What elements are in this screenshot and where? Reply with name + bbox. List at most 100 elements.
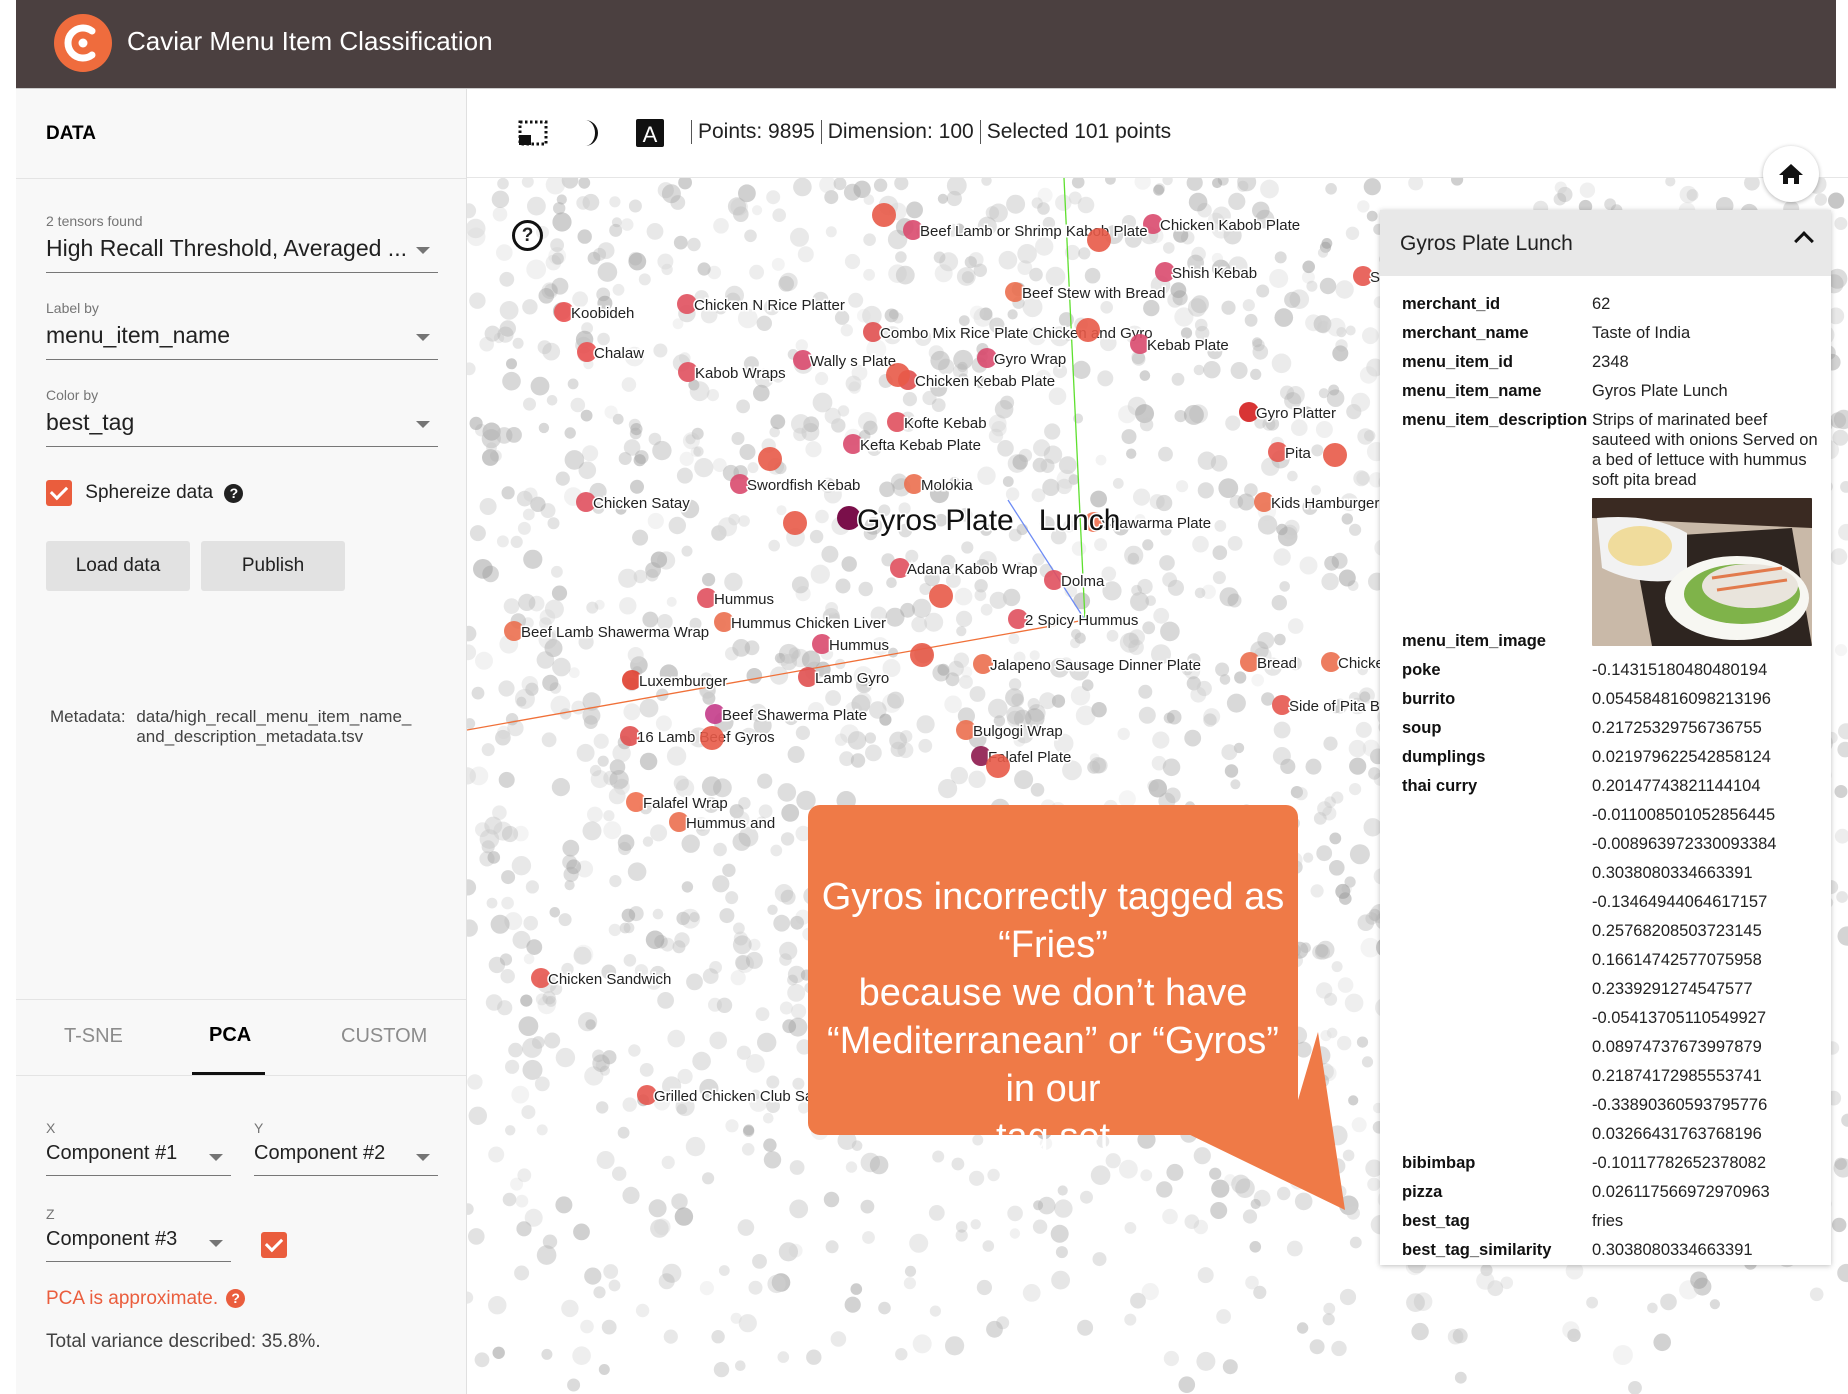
point-label: Beef Lamb or Shrimp Kabob Plate [920, 223, 1148, 240]
background-point [516, 1221, 531, 1236]
chevron-up-icon[interactable] [1794, 231, 1814, 251]
background-point [747, 668, 763, 684]
point-label: Luxemburger [639, 673, 727, 690]
background-point [581, 322, 593, 334]
background-point [552, 212, 571, 231]
tag-name: best_tag_similarity [1402, 1236, 1592, 1265]
background-point [767, 1275, 785, 1293]
background-point [1690, 1272, 1707, 1289]
metadata-card-header[interactable]: Gyros Plate Lunch [1380, 210, 1831, 276]
background-point [904, 1277, 916, 1289]
tagged-point[interactable] [1087, 228, 1111, 252]
background-point [467, 1203, 474, 1215]
background-point [1212, 253, 1223, 264]
pca-x-select[interactable]: Component #1 [46, 1142, 231, 1176]
background-point [791, 414, 811, 434]
background-point [1340, 1289, 1356, 1305]
help-icon[interactable]: ? [512, 220, 543, 251]
tagged-point[interactable] [929, 584, 953, 608]
background-point [574, 947, 592, 965]
background-point [1316, 982, 1332, 998]
background-point [1210, 1202, 1227, 1219]
tab-tsne[interactable]: T-SNE [64, 1025, 123, 1048]
help-icon[interactable]: ? [226, 1289, 245, 1308]
background-point [646, 569, 659, 582]
background-point [622, 377, 637, 392]
tagged-point[interactable] [910, 643, 934, 667]
background-point [488, 1296, 506, 1314]
background-point [576, 196, 590, 210]
background-point [1349, 524, 1361, 536]
background-point [618, 842, 631, 855]
background-point [1221, 744, 1237, 760]
tag-row: -0.33890360593795776 [1402, 1091, 1822, 1120]
load-data-button[interactable]: Load data [46, 541, 190, 591]
selection-box-icon[interactable] [517, 117, 549, 149]
background-point [1348, 1095, 1358, 1105]
background-point [1320, 1030, 1331, 1041]
label-by-select[interactable]: menu_item_name [46, 322, 438, 360]
metadata-path-line2: and_description_metadata.tsv [136, 727, 363, 746]
pca-z-checkbox[interactable] [261, 1232, 287, 1258]
background-point [603, 821, 621, 839]
tagged-point[interactable] [1323, 443, 1347, 467]
background-point [1051, 1271, 1070, 1290]
background-point [685, 434, 695, 444]
night-mode-icon[interactable] [575, 117, 607, 149]
svg-text:A: A [643, 122, 658, 147]
tagged-point[interactable] [783, 511, 807, 535]
background-point [987, 1169, 999, 1181]
tagged-point[interactable] [700, 726, 724, 750]
pca-z-select[interactable]: Component #3 [46, 1228, 231, 1262]
reset-view-button[interactable] [1763, 146, 1819, 202]
background-point [1122, 429, 1137, 444]
background-point [702, 1172, 714, 1184]
background-point [1006, 706, 1025, 725]
background-point [746, 952, 763, 969]
point-label: Swordfish Kebab [747, 477, 860, 494]
tensor-select[interactable]: High Recall Threshold, Averaged ... [46, 235, 438, 273]
background-point [956, 1229, 968, 1241]
background-point [1037, 202, 1050, 215]
tagged-point[interactable] [872, 203, 896, 227]
point-label: Gyro Platter [1256, 405, 1336, 422]
background-point [745, 640, 760, 655]
background-point [640, 699, 659, 718]
background-point [577, 744, 595, 762]
color-by-select[interactable]: best_tag [46, 409, 438, 447]
pca-y-select[interactable]: Component #2 [254, 1142, 438, 1176]
background-point [888, 648, 898, 658]
publish-button[interactable]: Publish [201, 541, 345, 591]
background-point [598, 262, 618, 282]
background-point [1091, 1165, 1111, 1185]
background-point [603, 1264, 618, 1279]
background-point [930, 1306, 941, 1317]
sphereize-checkbox[interactable] [46, 480, 72, 506]
help-icon[interactable]: ? [224, 484, 243, 503]
background-point [520, 995, 532, 1007]
background-point [1023, 1284, 1041, 1302]
tagged-point[interactable] [986, 754, 1010, 778]
background-point [990, 592, 1007, 609]
background-point [756, 1007, 770, 1021]
background-point [981, 178, 991, 186]
point-label: Dolma [1061, 573, 1105, 590]
background-point [1189, 193, 1208, 212]
tagged-point[interactable] [758, 447, 782, 471]
tagged-point[interactable] [886, 363, 910, 387]
background-point [825, 690, 841, 706]
background-point [1833, 430, 1848, 446]
background-point [858, 412, 877, 431]
background-point [657, 992, 674, 1009]
background-point [1687, 189, 1699, 201]
background-point [945, 1336, 964, 1355]
tab-pca[interactable]: PCA [209, 1024, 251, 1047]
background-point [522, 1038, 542, 1058]
tagged-point[interactable] [1076, 318, 1100, 342]
background-point [1273, 747, 1291, 765]
tab-custom[interactable]: CUSTOM [341, 1025, 427, 1048]
projector-toolbar: A Points: 9895Dimension: 100Selected 101… [467, 89, 1848, 178]
label-toggle-icon[interactable]: A [634, 117, 666, 149]
background-point [842, 556, 857, 571]
background-point [826, 1240, 839, 1253]
